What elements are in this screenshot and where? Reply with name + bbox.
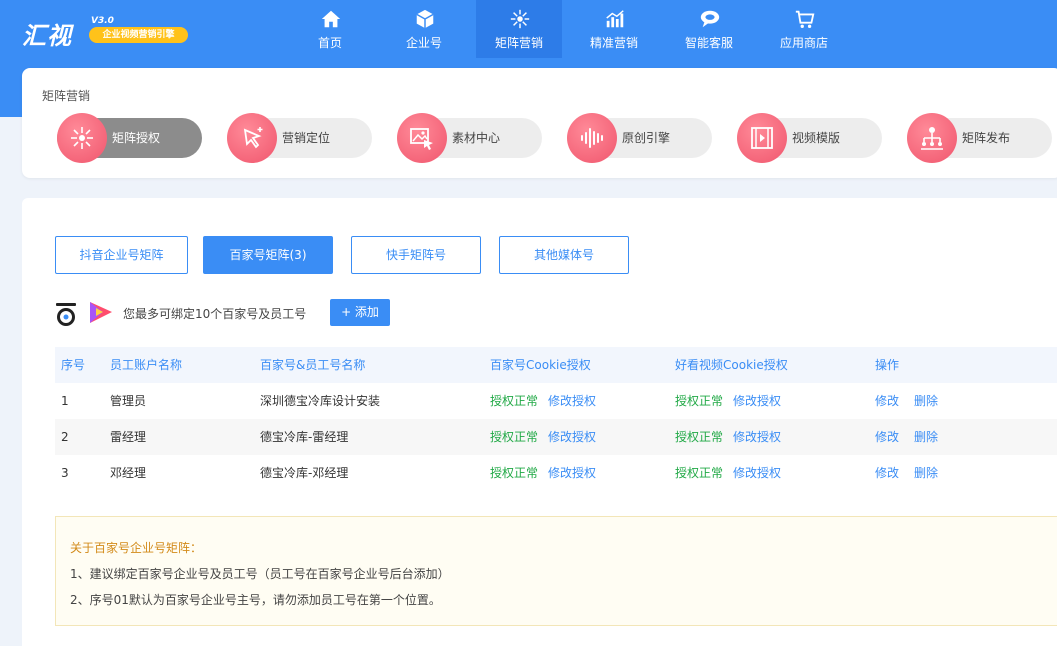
nav-enterprise-label: 企业号 bbox=[405, 36, 442, 50]
nav-precision-label: 精准营销 bbox=[589, 36, 638, 50]
table-row: 1 管理员 深圳德宝冷库设计安装 授权正常 修改授权 授权正常 修改授权 修改 … bbox=[55, 383, 1057, 419]
module-bar: 矩阵营销 矩阵授权 营销定位 素材中心 原创引擎 视频模版 矩阵发布 bbox=[22, 68, 1057, 178]
row-bj-status: 授权正常 bbox=[490, 430, 539, 444]
nav-home[interactable]: 首页 bbox=[287, 0, 373, 58]
row-hk-modify-link[interactable]: 修改授权 bbox=[733, 455, 781, 491]
breadcrumb: 矩阵营销 bbox=[42, 89, 91, 103]
bind-limit-text: 您最多可绑定10个百家号及员工号 bbox=[123, 307, 307, 321]
row-delete-link[interactable]: 删除 bbox=[914, 383, 938, 419]
content-panel: 抖音企业号矩阵 百家号矩阵(3) 快手矩阵号 其他媒体号 您最多可绑定10个百家… bbox=[22, 198, 1057, 646]
row-name: 德宝冷库-雷经理 bbox=[260, 430, 349, 444]
module-matrix-auth-label: 矩阵授权 bbox=[112, 131, 161, 145]
notice-line: 1、建议绑定百家号企业号及员工号（员工号在百家号企业号后台添加） bbox=[70, 567, 450, 581]
row-edit-link[interactable]: 修改 bbox=[875, 419, 899, 455]
cart-icon bbox=[795, 10, 815, 28]
sound-wave-icon bbox=[581, 128, 603, 148]
row-bj-status: 授权正常 bbox=[490, 394, 539, 408]
row-bj-modify-link[interactable]: 修改授权 bbox=[548, 455, 596, 491]
row-bj-status: 授权正常 bbox=[490, 466, 539, 480]
module-original-engine[interactable]: 原创引擎 bbox=[567, 113, 712, 163]
add-button[interactable]: + 添加 bbox=[330, 299, 390, 326]
nav-store-label: 应用商店 bbox=[779, 36, 828, 50]
nav-matrix-label: 矩阵营销 bbox=[494, 36, 543, 50]
row-account: 雷经理 bbox=[110, 430, 147, 444]
nav-home-label: 首页 bbox=[317, 36, 342, 50]
nav-service[interactable]: 智能客服 bbox=[666, 0, 752, 58]
row-hk-status: 授权正常 bbox=[675, 466, 724, 480]
nav-service-label: 智能客服 bbox=[684, 36, 733, 50]
module-matrix-publish[interactable]: 矩阵发布 bbox=[907, 113, 1052, 163]
module-matrix-publish-label: 矩阵发布 bbox=[962, 131, 1011, 145]
row-name: 深圳德宝冷库设计安装 bbox=[260, 394, 381, 408]
module-materials-label: 素材中心 bbox=[452, 131, 501, 145]
row-bj-modify-link[interactable]: 修改授权 bbox=[548, 383, 596, 419]
tab-other-media[interactable]: 其他媒体号 bbox=[499, 236, 629, 274]
notice-line: 2、序号01默认为百家号企业号主号，请勿添加员工号在第一个位置。 bbox=[70, 593, 441, 607]
nav-enterprise[interactable]: 企业号 bbox=[381, 0, 467, 58]
row-bj-modify-link[interactable]: 修改授权 bbox=[548, 419, 596, 455]
tab-baijiahao[interactable]: 百家号矩阵(3) bbox=[203, 236, 333, 274]
cube-icon bbox=[416, 9, 434, 29]
module-matrix-auth[interactable]: 矩阵授权 bbox=[57, 113, 202, 163]
row-no: 3 bbox=[61, 466, 69, 480]
col-no: 序号 bbox=[61, 358, 86, 372]
network-icon bbox=[71, 127, 93, 149]
row-account: 管理员 bbox=[110, 394, 147, 408]
module-original-engine-label: 原创引擎 bbox=[622, 131, 671, 145]
brand-slogan: 企业视频营销引擎 bbox=[89, 27, 188, 43]
col-bj-cookie: 百家号Cookie授权 bbox=[490, 358, 591, 372]
film-icon bbox=[751, 127, 773, 149]
row-hk-status: 授权正常 bbox=[675, 430, 724, 444]
row-edit-link[interactable]: 修改 bbox=[875, 455, 899, 491]
tab-kuaishou[interactable]: 快手矩阵号 bbox=[351, 236, 481, 274]
row-name: 德宝冷库-邓经理 bbox=[260, 466, 349, 480]
row-delete-link[interactable]: 删除 bbox=[914, 455, 938, 491]
brand-logo[interactable]: 汇视 V3.0 企业视频营销引擎 bbox=[22, 14, 192, 50]
col-actions: 操作 bbox=[875, 358, 900, 372]
module-positioning[interactable]: 营销定位 bbox=[227, 113, 372, 163]
notice-box: 关于百家号企业号矩阵： 1、建议绑定百家号企业号及员工号（员工号在百家号企业号后… bbox=[55, 516, 1057, 626]
bar-chart-icon bbox=[606, 10, 624, 28]
col-account: 员工账户名称 bbox=[110, 358, 183, 372]
org-tree-icon bbox=[921, 127, 943, 150]
matrix-icon bbox=[510, 9, 530, 29]
module-positioning-label: 营销定位 bbox=[282, 131, 331, 145]
nav-store[interactable]: 应用商店 bbox=[761, 0, 847, 58]
row-hk-status: 授权正常 bbox=[675, 394, 724, 408]
account-table: 序号 员工账户名称 百家号&员工号名称 百家号Cookie授权 好看视频Cook… bbox=[55, 347, 1057, 491]
col-name: 百家号&员工号名称 bbox=[260, 358, 366, 372]
row-delete-link[interactable]: 删除 bbox=[914, 419, 938, 455]
row-account: 邓经理 bbox=[110, 466, 147, 480]
nav-matrix[interactable]: 矩阵营销 bbox=[476, 0, 562, 58]
cursor-click-icon bbox=[243, 127, 263, 149]
module-materials[interactable]: 素材中心 bbox=[397, 113, 542, 163]
row-hk-modify-link[interactable]: 修改授权 bbox=[733, 383, 781, 419]
row-no: 2 bbox=[61, 430, 69, 444]
camera-logo-icon bbox=[56, 303, 76, 326]
nav-precision[interactable]: 精准营销 bbox=[571, 0, 657, 58]
tab-douyin[interactable]: 抖音企业号矩阵 bbox=[55, 236, 188, 274]
home-icon bbox=[321, 10, 341, 28]
col-hk-cookie: 好看视频Cookie授权 bbox=[675, 358, 788, 372]
image-gallery-icon bbox=[410, 128, 433, 150]
module-video-template[interactable]: 视频模版 bbox=[737, 113, 882, 163]
row-hk-modify-link[interactable]: 修改授权 bbox=[733, 419, 781, 455]
table-row: 2 雷经理 德宝冷库-雷经理 授权正常 修改授权 授权正常 修改授权 修改 删除 bbox=[55, 419, 1057, 455]
row-no: 1 bbox=[61, 394, 69, 408]
table-header: 序号 员工账户名称 百家号&员工号名称 百家号Cookie授权 好看视频Cook… bbox=[55, 347, 1057, 383]
brand-name: 汇视 bbox=[22, 22, 72, 50]
chat-bubble-icon bbox=[700, 10, 720, 28]
brand-version: V3.0 bbox=[91, 16, 114, 26]
table-row: 3 邓经理 德宝冷库-邓经理 授权正常 修改授权 授权正常 修改授权 修改 删除 bbox=[55, 455, 1057, 491]
module-video-template-label: 视频模版 bbox=[792, 131, 841, 145]
notice-title: 关于百家号企业号矩阵： bbox=[70, 541, 203, 555]
play-logo-icon bbox=[90, 302, 112, 323]
row-edit-link[interactable]: 修改 bbox=[875, 383, 899, 419]
